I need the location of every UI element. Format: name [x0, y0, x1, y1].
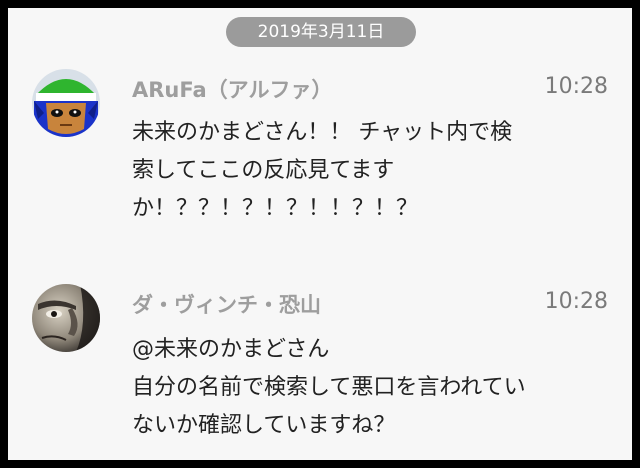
avatar-davinci-image — [32, 284, 100, 352]
message-line: @未来のかまどさん — [132, 337, 330, 362]
avatar-davinci-osorezan[interactable] — [32, 284, 100, 352]
sender-name[interactable]: ダ・ヴィンチ・恐山 — [132, 289, 321, 319]
date-separator: 2019年3月11日 — [226, 17, 416, 47]
message-line: か！？？！？！？！！？！？ — [132, 196, 419, 221]
message-body: @未来のかまどさん 自分の名前で検索して悪口を言われてい ないか確認していますね… — [132, 331, 602, 445]
avatar-arufa-image — [32, 69, 100, 137]
message-line: 自分の名前で検索して悪口を言われてい — [132, 375, 526, 400]
message-line: 未来のかまどさん！！ チャット内で検 — [132, 120, 513, 145]
message-time: 10:28 — [544, 289, 608, 314]
avatar-arufa[interactable] — [32, 69, 100, 137]
chat-window: 2019年3月11日 ARuFa（アルファ） 10:28 未来のかまどさん！！ … — [8, 8, 632, 460]
message-line: 索してここの反応見てます — [132, 158, 395, 183]
message-line: ないか確認していますね？ — [132, 413, 396, 438]
sender-name[interactable]: ARuFa（アルファ） — [132, 74, 332, 104]
message-time: 10:28 — [544, 74, 608, 99]
message-body: 未来のかまどさん！！ チャット内で検 索してここの反応見てます か！？？！？！？… — [132, 114, 602, 228]
